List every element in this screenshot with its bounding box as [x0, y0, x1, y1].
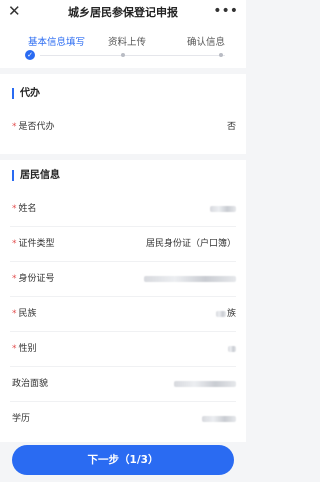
field-ethnicity[interactable]: * 民族 族: [0, 297, 246, 331]
close-icon[interactable]: ✕: [8, 3, 24, 19]
step-track: [40, 55, 225, 56]
label-text: 身份证号: [18, 274, 55, 284]
label-text: 姓名: [18, 204, 37, 214]
step-basic-info: 基本信息填写: [28, 37, 86, 48]
field-political-status[interactable]: 政治面貌: [0, 367, 246, 401]
blurred-value: [202, 416, 236, 422]
step-upload: 资料上传: [108, 37, 147, 48]
step-confirm: 确认信息: [187, 37, 226, 48]
step-dot-icon: [219, 53, 223, 57]
section-title-resident: 居民信息: [12, 170, 60, 181]
label-text: 民族: [18, 309, 37, 319]
required-mark: *: [12, 274, 17, 284]
blurred-value: [216, 311, 226, 317]
field-name[interactable]: * 姓名: [0, 192, 246, 226]
field-gender[interactable]: * 性别: [0, 332, 246, 366]
resident-section: 居民信息 * 姓名 * 证件类型 居民身份证（户口簿） * 身份证号 * 民族 族 * 性…: [0, 160, 246, 442]
blurred-value: [210, 206, 236, 212]
field-label: * 性别: [12, 332, 37, 366]
field-value: 族: [226, 309, 236, 319]
step-indicator: 基本信息填写 资料上传 确认信息 ✓: [0, 24, 246, 68]
blurred-value: [228, 346, 236, 352]
field-label: 政治面貌: [12, 367, 48, 401]
field-label: * 是否代办: [12, 110, 55, 144]
page: ✕ 城乡居民参保登记申报 ••• 基本信息填写 资料上传 确认信息 ✓ 代办 *…: [0, 0, 246, 482]
field-id-number[interactable]: * 身份证号: [0, 262, 246, 296]
field-value: 居民身份证（户口簿）: [145, 239, 236, 249]
page-title: 城乡居民参保登记申报: [68, 6, 178, 19]
field-label: * 证件类型: [12, 227, 55, 261]
field-is-proxy[interactable]: * 是否代办 否: [0, 110, 246, 144]
required-mark: *: [12, 122, 17, 132]
field-id-type[interactable]: * 证件类型 居民身份证（户口簿）: [0, 227, 246, 261]
field-label: 学历: [12, 402, 30, 436]
section-title-proxy: 代办: [12, 88, 40, 99]
more-icon[interactable]: •••: [213, 3, 238, 19]
blurred-value: [144, 276, 236, 282]
label-text: 证件类型: [18, 239, 55, 249]
blurred-value: [174, 381, 236, 387]
field-education[interactable]: 学历: [0, 402, 246, 436]
required-mark: *: [12, 309, 17, 319]
app-header: ✕ 城乡居民参保登记申报 •••: [0, 0, 246, 24]
required-mark: *: [12, 239, 17, 249]
step-check-icon: ✓: [25, 50, 35, 60]
step-dot-icon: [121, 53, 125, 57]
required-mark: *: [12, 204, 17, 214]
label-text: 性别: [18, 344, 37, 354]
label-text: 政治面貌: [12, 379, 49, 389]
field-label: * 身份证号: [12, 262, 55, 296]
proxy-section: 代办 * 是否代办 否: [0, 74, 246, 154]
field-label: * 姓名: [12, 192, 37, 226]
label-text: 是否代办: [18, 122, 55, 132]
field-value: 否: [226, 122, 236, 132]
label-text: 学历: [12, 414, 31, 424]
next-step-button[interactable]: 下一步（1/3）: [12, 445, 234, 475]
required-mark: *: [12, 344, 17, 354]
field-label: * 民族: [12, 297, 37, 331]
